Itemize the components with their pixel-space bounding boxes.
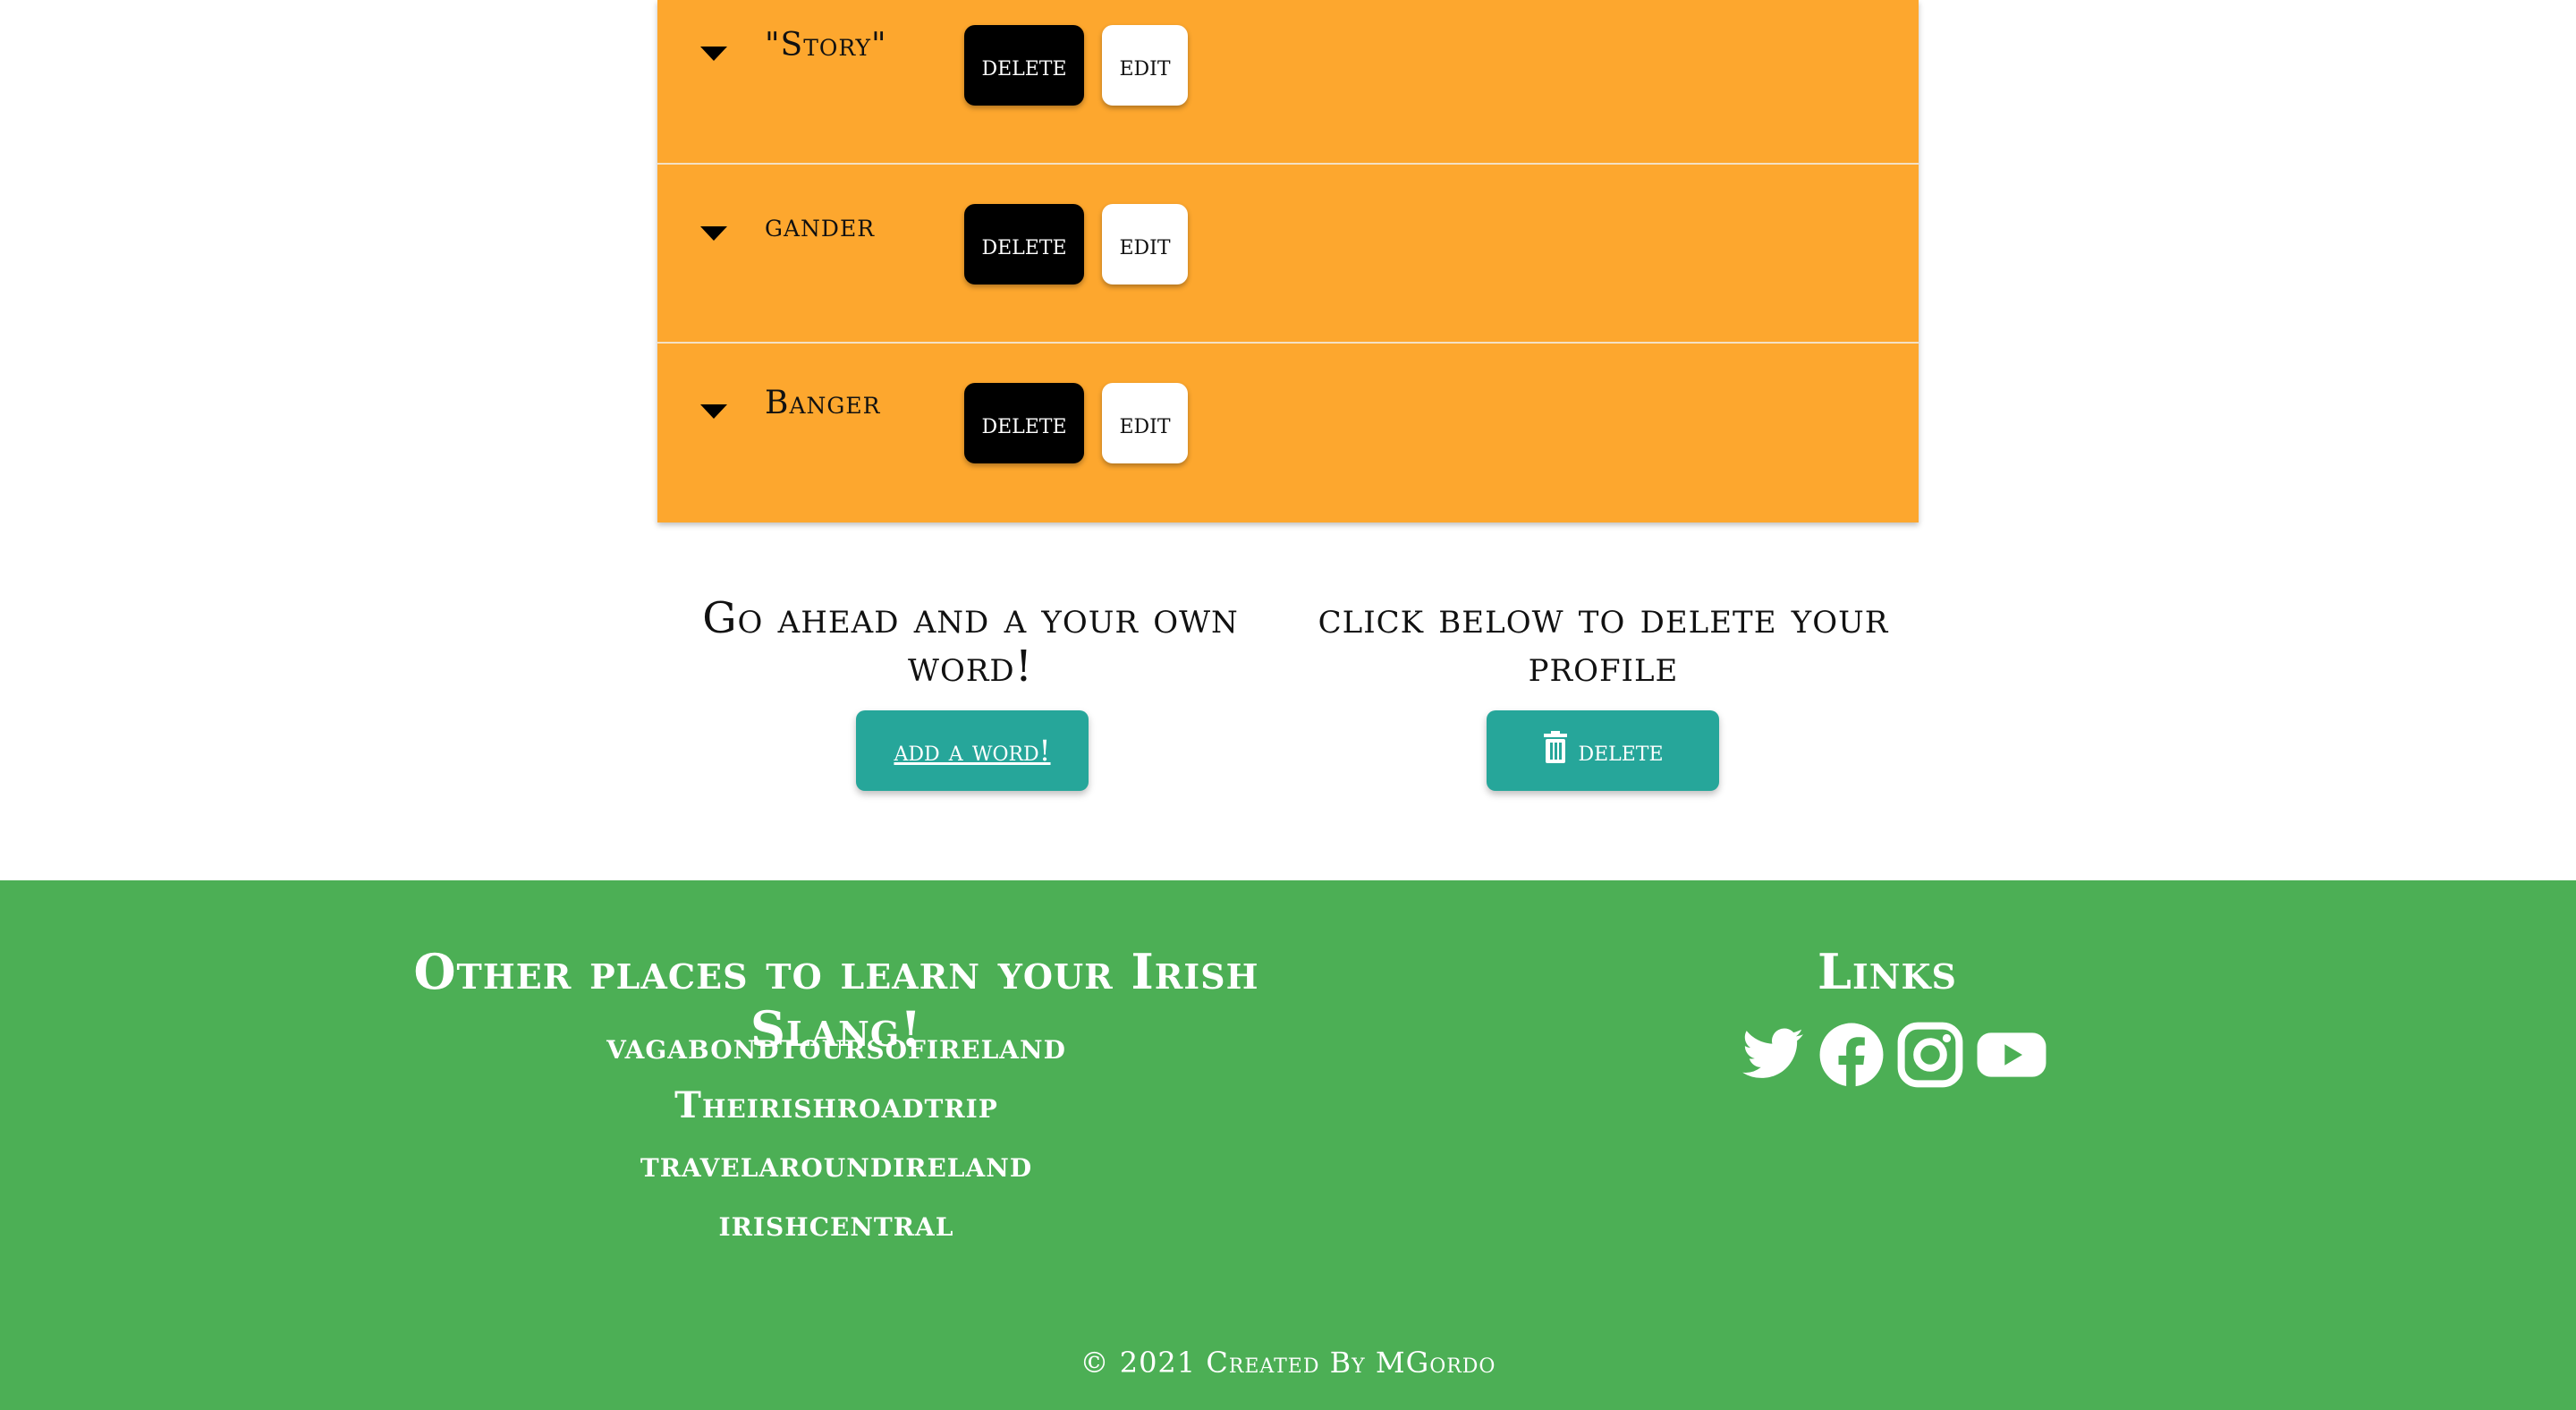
add-word-prompt: Go ahead and a your own word! [702,593,1239,692]
word-item[interactable]: "Story" delete edit [657,0,1919,165]
word-item[interactable]: Banger delete edit [657,344,1919,522]
edit-word-button[interactable]: edit [1102,383,1188,463]
youtube-icon[interactable] [1976,1022,2046,1088]
caret-down-icon[interactable] [700,226,727,241]
facebook-icon[interactable] [1818,1022,1885,1088]
social-links [1740,1022,2046,1088]
delete-word-button[interactable]: delete [964,383,1084,463]
word-item[interactable]: gander delete edit [657,165,1919,344]
delete-profile-label: delete [1578,734,1664,768]
edit-word-button[interactable]: edit [1102,25,1188,106]
site-link[interactable]: travelaroundireland [389,1143,1284,1185]
site-link[interactable]: vagabondtoursofireland [389,1025,1284,1067]
footer: Other places to learn your Irish Slang! … [0,880,2576,1410]
site-link[interactable]: irishcentral [389,1202,1284,1244]
trash-icon [1542,731,1569,770]
copyright: © 2021 Created By MGordo [1080,1346,1496,1380]
word-list: "Story" delete edit gander delete edit B… [657,0,1919,522]
caret-down-icon[interactable] [700,404,727,419]
delete-profile-prompt: click below to delete your profile [1318,593,1889,692]
delete-word-button[interactable]: delete [964,25,1084,106]
word-title[interactable]: gander [765,208,875,244]
add-word-section: Go ahead and a your own word! add a word… [680,593,1261,791]
delete-profile-section: click below to delete your profile delet… [1301,593,1905,791]
delete-word-button[interactable]: delete [964,204,1084,285]
word-title[interactable]: Banger [765,385,880,421]
add-word-button[interactable]: add a word! [856,710,1089,791]
links-heading: Links [1818,943,1957,1000]
word-title[interactable]: "Story" [765,27,887,64]
delete-profile-button[interactable]: delete [1487,710,1719,791]
instagram-icon[interactable] [1897,1022,1963,1088]
twitter-icon[interactable] [1740,1022,1806,1088]
edit-word-button[interactable]: edit [1102,204,1188,285]
site-link[interactable]: Theirishroadtrip [389,1084,1284,1126]
caret-down-icon[interactable] [700,47,727,61]
